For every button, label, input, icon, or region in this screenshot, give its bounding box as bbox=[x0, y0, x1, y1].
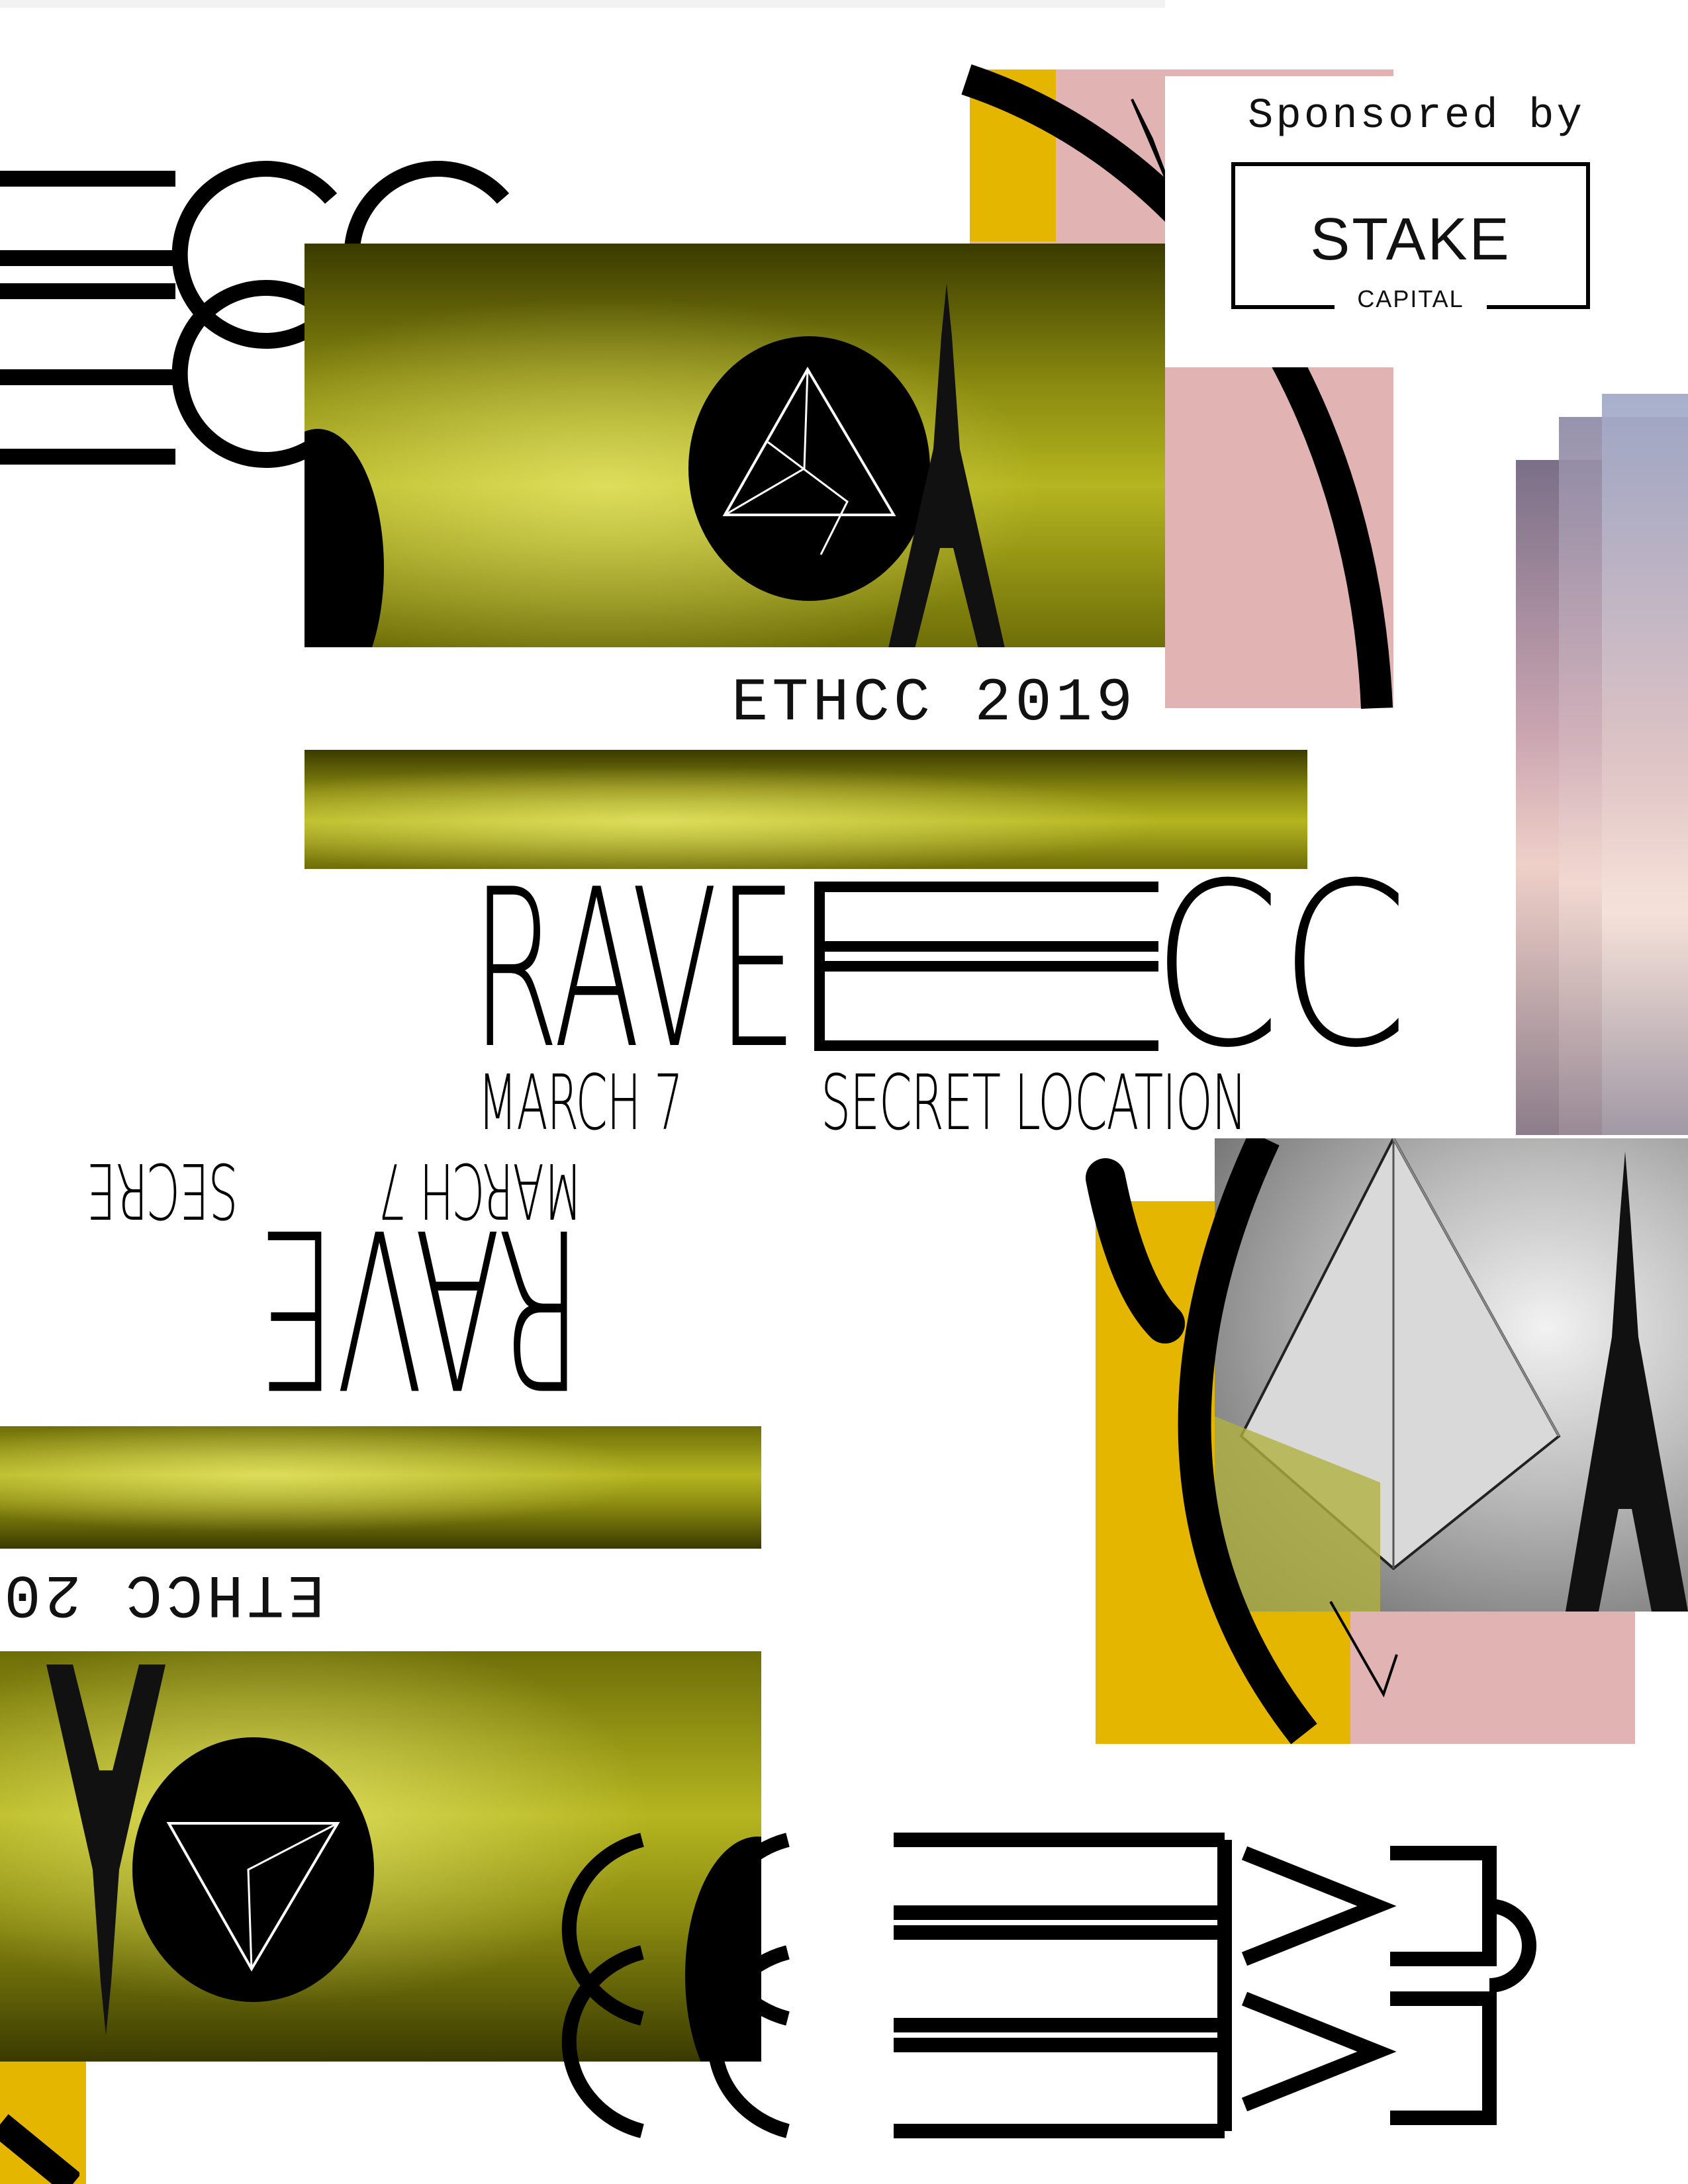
dark-arc-left bbox=[305, 429, 384, 647]
rave-title: RAVE bbox=[471, 842, 797, 1097]
ethcc-label-mirrored: ETHCC 201 bbox=[0, 1559, 324, 1628]
sponsor-logo: STAKE CAPITAL bbox=[1231, 162, 1590, 313]
arc-shape-bottom bbox=[1086, 1138, 1398, 1745]
event-location: SECRET LOCATION bbox=[821, 1059, 1247, 1148]
ethcc-label: ETHCC 2019 bbox=[731, 668, 1137, 738]
sunset-photo-strip-3 bbox=[1602, 394, 1688, 1135]
eiffel-tower-top bbox=[888, 283, 1005, 647]
paris-photo-top bbox=[305, 244, 1165, 647]
sponsor-name: STAKE bbox=[1310, 206, 1511, 273]
event-location-mirrored: SECRE bbox=[87, 1146, 238, 1234]
rave-ecc-rotated bbox=[561, 1833, 1536, 2138]
e-stripes-title bbox=[814, 882, 1158, 1051]
rave-title-mirrored: RAVE bbox=[257, 1180, 583, 1434]
eiffel-tower-bottom bbox=[46, 1664, 165, 2035]
top-strip bbox=[0, 0, 1165, 8]
sponsor-subname: CAPITAL bbox=[1335, 285, 1487, 313]
event-date: MARCH 7 bbox=[478, 1059, 683, 1148]
river-photo-strip-bottom bbox=[0, 1426, 761, 1549]
arc-corner-bottom bbox=[0, 2114, 79, 2184]
cc-title: CC bbox=[1152, 835, 1409, 1097]
sponsor-heading: Sponsored by bbox=[1248, 93, 1585, 140]
